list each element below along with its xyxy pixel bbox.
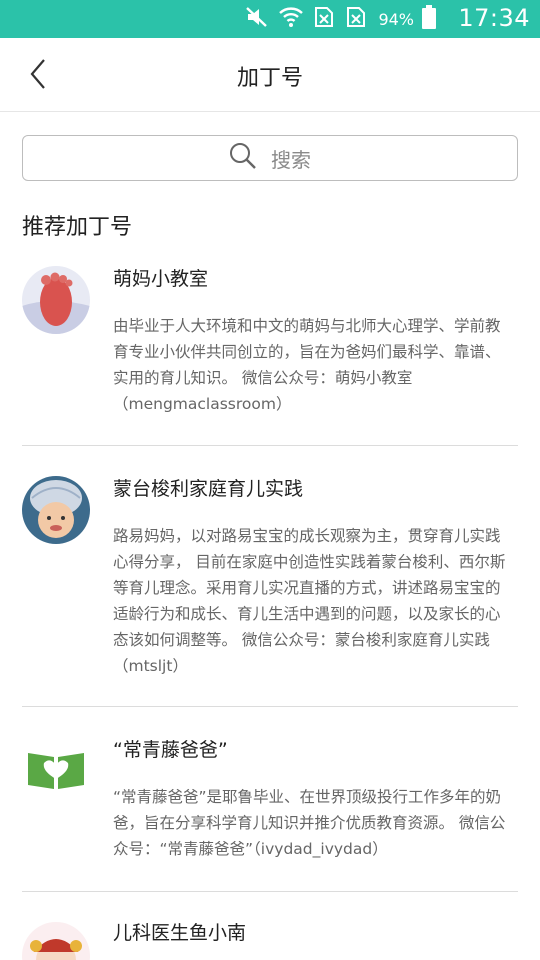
- avatar: [22, 733, 90, 801]
- sim-off-icon: [344, 5, 368, 33]
- nav-bar: 加丁号: [0, 38, 540, 112]
- divider: [22, 445, 518, 446]
- item-title: 蒙台梭利家庭育儿实践: [113, 478, 304, 500]
- list-item[interactable]: 蒙台梭利家庭育儿实践 路易妈妈，以对路易宝宝的成长观察为主，贯穿育儿实践心得分享…: [22, 472, 518, 692]
- list-item[interactable]: 萌妈小教室 由毕业于人大环境和中文的萌妈与北师大心理学、学前教育专业小伙伴共同创…: [22, 262, 518, 432]
- section-title: 推荐加丁号: [22, 215, 133, 240]
- status-icons: 94%: [244, 5, 436, 33]
- mute-icon: [244, 5, 270, 33]
- item-title: 萌妈小教室: [113, 268, 209, 290]
- divider: [22, 891, 518, 892]
- wifi-icon: [278, 5, 304, 33]
- battery-percent: 94%: [378, 9, 414, 29]
- item-title: 儿科医生鱼小南: [113, 922, 247, 944]
- status-bar: 94% 17:34: [0, 0, 540, 38]
- avatar: [22, 922, 90, 960]
- avatar: [22, 266, 90, 334]
- item-title: “常青藤爸爸”: [113, 739, 228, 761]
- search-placeholder: 搜索: [271, 147, 311, 172]
- clock: 17:34: [458, 4, 530, 32]
- battery-icon: [422, 5, 436, 33]
- list-item[interactable]: “常青藤爸爸” “常青藤爸爸”是耶鲁毕业、在世界顶级投行工作多年的奶爸，旨在分享…: [22, 733, 518, 873]
- sim-off-icon: [312, 5, 336, 33]
- divider: [22, 706, 518, 707]
- search-icon: [229, 142, 257, 174]
- page-title: 加丁号: [236, 66, 303, 91]
- item-description: “常青藤爸爸”是耶鲁毕业、在世界顶级投行工作多年的奶爸，旨在分享科学育儿知识并推…: [113, 788, 506, 858]
- search-input[interactable]: 搜索: [22, 135, 518, 181]
- item-description: 路易妈妈，以对路易宝宝的成长观察为主，贯穿育儿实践心得分享， 目前在家庭中创造性…: [113, 527, 506, 675]
- list-item[interactable]: 儿科医生鱼小南: [22, 918, 518, 960]
- avatar: [22, 476, 90, 544]
- item-description: 由毕业于人大环境和中文的萌妈与北师大心理学、学前教育专业小伙伴共同创立的，旨在为…: [113, 317, 501, 413]
